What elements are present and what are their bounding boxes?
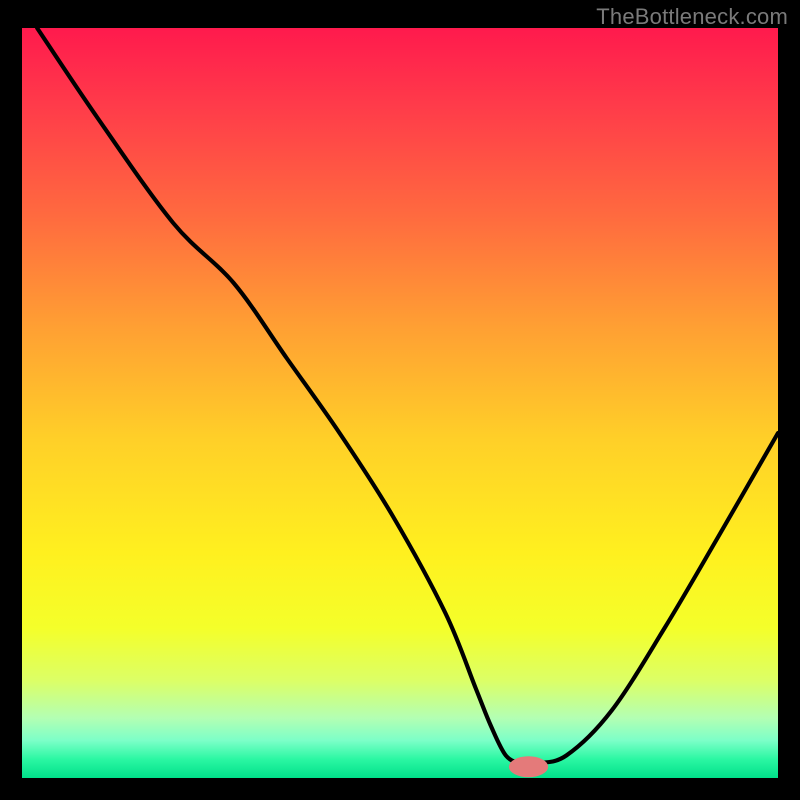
watermark-text: TheBottleneck.com	[596, 4, 788, 30]
optimum-marker	[509, 756, 548, 777]
chart-svg	[22, 28, 778, 778]
plot-area	[22, 28, 778, 778]
gradient-background	[22, 28, 778, 778]
chart-frame: TheBottleneck.com	[0, 0, 800, 800]
